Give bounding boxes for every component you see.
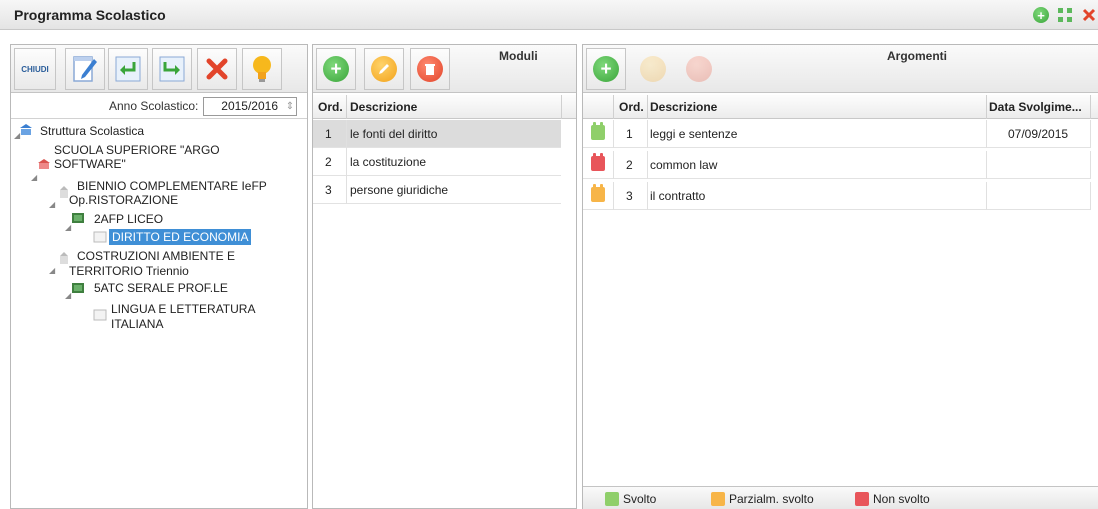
tree-node-course-2[interactable]: COSTRUZIONI AMBIENTE E (77, 249, 235, 263)
tree-node-subject-selected[interactable]: DIRITTO ED ECONOMIA (109, 229, 252, 245)
year-selector-row: Anno Scolastico: 2015/2016 ⇕ (11, 95, 307, 119)
tree-node-subject-2-cont[interactable]: ITALIANA (111, 317, 163, 331)
subject-icon (93, 231, 107, 243)
pencil-icon (640, 56, 666, 82)
edit-icon (73, 56, 97, 82)
tree-node-class-2[interactable]: 5ATC SERALE PROF.LE (94, 281, 228, 295)
tree-arrow-icon[interactable]: ◢ (49, 200, 55, 209)
delete-module-button[interactable] (410, 48, 450, 90)
module-row[interactable]: 1 le fonti del diritto (313, 120, 561, 148)
tree-node-school-cont[interactable]: SOFTWARE" (54, 157, 126, 171)
school-structure-icon (20, 124, 32, 135)
subject-icon (93, 309, 107, 321)
export-button[interactable] (152, 48, 192, 90)
topics-panel: + Argomenti Ord. Descrizione Data Svolgi… (582, 44, 1098, 509)
course-icon (60, 252, 68, 264)
add-module-button[interactable]: + (316, 48, 356, 90)
tree-node-subject-2[interactable]: LINGUA E LETTERATURA (111, 302, 255, 316)
col-ord[interactable]: Ord. (318, 100, 343, 114)
edit-module-button[interactable] (364, 48, 404, 90)
year-spinner[interactable]: ⇕ (283, 98, 297, 115)
topics-title: Argomenti (887, 49, 947, 63)
col-data-svolgimento[interactable]: Data Svolgime... (989, 100, 1082, 114)
topics-grid-header: Ord. Descrizione Data Svolgime... (583, 95, 1098, 119)
topic-row[interactable]: 3 il contratto (583, 182, 1091, 210)
status-done-icon (591, 122, 605, 140)
structure-toolbar: CHIUDI (11, 45, 307, 93)
trash-icon (417, 56, 443, 82)
modules-grid-header: Ord. Descrizione (313, 95, 576, 119)
enter-button[interactable] (108, 48, 148, 90)
modules-title: Moduli (499, 49, 538, 63)
lightbulb-icon (253, 56, 271, 82)
tree-node-course-1-cont[interactable]: Op.RISTORAZIONE (69, 193, 178, 207)
enter-icon (115, 56, 141, 82)
class-icon (72, 283, 84, 293)
topic-row[interactable]: 1 leggi e sentenze 07/09/2015 (583, 120, 1091, 148)
add-icon[interactable]: + (1032, 6, 1050, 24)
status-legend: Svolto Parzialm. svolto Non svolto (583, 486, 1098, 509)
close-button[interactable]: CHIUDI (14, 48, 56, 90)
add-topic-button[interactable]: + (586, 48, 626, 90)
modules-toolbar: + Moduli (313, 45, 576, 93)
delete-icon (206, 58, 228, 80)
tree-node-root[interactable]: Struttura Scolastica (40, 124, 144, 138)
delete-topic-button[interactable] (679, 48, 719, 90)
tree-arrow-icon[interactable]: ◢ (49, 266, 55, 275)
done-swatch-icon (605, 492, 619, 506)
trash-icon (686, 56, 712, 82)
app-title: Programma Scolastico (14, 7, 166, 23)
status-not-done-icon (591, 153, 605, 171)
topics-toolbar: + Argomenti (583, 45, 1098, 93)
plus-icon: + (323, 56, 349, 82)
tree-node-course-2-cont[interactable]: TERRITORIO Triennio (69, 264, 189, 278)
close-icon[interactable] (1080, 6, 1098, 24)
edit-topic-button[interactable] (633, 48, 673, 90)
module-row[interactable]: 3 persone giuridiche (313, 176, 561, 204)
status-partial-icon (591, 184, 605, 202)
delete-button[interactable] (197, 48, 237, 90)
plus-icon: + (593, 56, 619, 82)
lightbulb-button[interactable] (242, 48, 282, 90)
col-descrizione[interactable]: Descrizione (650, 100, 717, 114)
edit-button[interactable] (65, 48, 105, 90)
not-done-swatch-icon (855, 492, 869, 506)
expand-icon[interactable] (1056, 6, 1074, 24)
window-titlebar: Programma Scolastico + (0, 0, 1098, 30)
tree-node-class-1[interactable]: 2AFP LICEO (94, 212, 163, 226)
pencil-icon (371, 56, 397, 82)
export-icon (159, 56, 185, 82)
class-icon (72, 213, 84, 223)
col-descrizione[interactable]: Descrizione (350, 100, 417, 114)
year-label: Anno Scolastico: (109, 99, 199, 113)
tree-node-course-1[interactable]: BIENNIO COMPLEMENTARE IeFP (77, 179, 267, 193)
tree-arrow-icon[interactable]: ◢ (31, 173, 37, 182)
partial-swatch-icon (711, 492, 725, 506)
topic-row[interactable]: 2 common law (583, 151, 1091, 179)
module-row[interactable]: 2 la costituzione (313, 148, 561, 176)
tree-node-school[interactable]: SCUOLA SUPERIORE "ARGO (54, 143, 220, 157)
col-ord[interactable]: Ord. (619, 100, 644, 114)
structure-panel: CHIUDI Anno Scolastico: 2015/2016 ⇕ ◢ St… (10, 44, 308, 509)
school-icon (38, 159, 50, 169)
modules-panel: + Moduli Ord. Descrizione 1 le fonti del… (312, 44, 577, 509)
